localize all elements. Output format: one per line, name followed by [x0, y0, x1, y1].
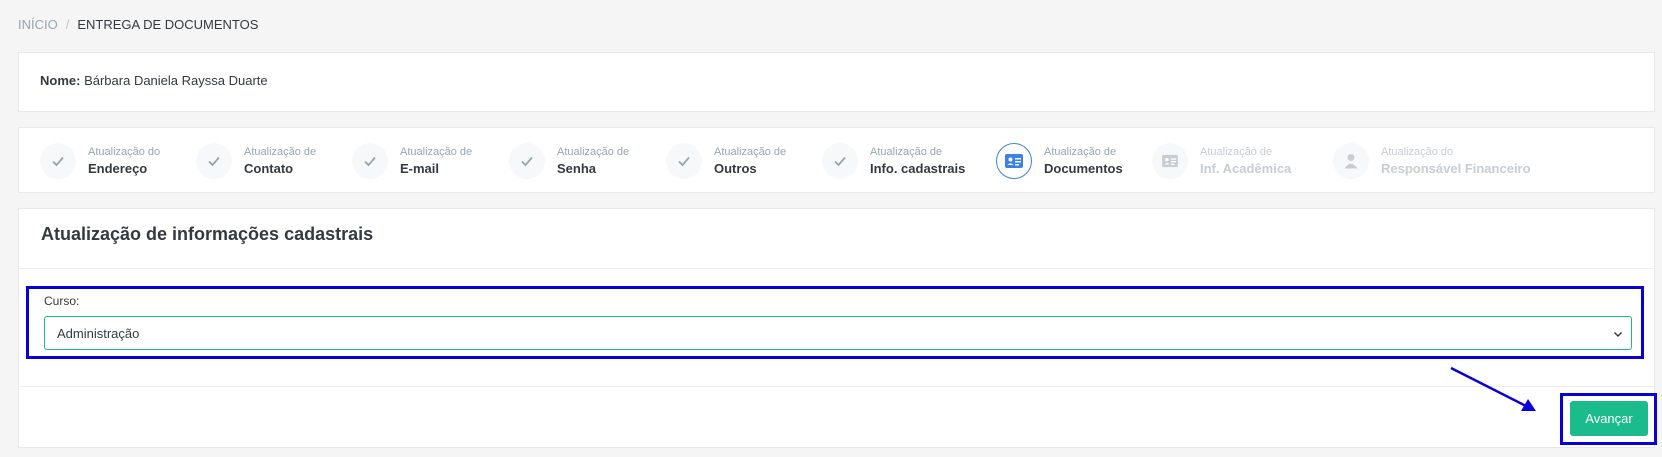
step-info-cadastrais[interactable]: Atualização de Info. cadastrais: [822, 128, 965, 194]
step-small-label: Atualização de: [1200, 146, 1273, 158]
step-big-label: Responsável Financeiro: [1381, 161, 1531, 176]
curso-label: Curso:: [44, 294, 80, 308]
step-big-label: Endereço: [88, 161, 148, 176]
breadcrumb-separator: /: [65, 17, 70, 32]
update-form-card: Atualização de informações cadastrais Cu…: [18, 208, 1657, 448]
step-outros[interactable]: Atualização de Outros: [666, 128, 786, 194]
next-button[interactable]: Avançar: [1570, 401, 1648, 436]
student-name-value: Bárbara Daniela Rayssa Duarte: [84, 73, 268, 88]
step-big-label: Documentos: [1044, 161, 1123, 176]
user-icon: [1333, 143, 1369, 179]
step-endereco[interactable]: Atualização do Endereço: [40, 128, 160, 194]
step-contato[interactable]: Atualização de Contato: [196, 128, 316, 194]
check-icon: [352, 143, 388, 179]
student-name-label: Nome:: [40, 73, 81, 88]
step-small-label: Atualização de: [400, 146, 473, 158]
step-big-label: Contato: [244, 161, 294, 176]
student-name: Nome: Bárbara Daniela Rayssa Duarte: [40, 73, 268, 88]
step-small-label: Atualização de: [870, 146, 943, 158]
step-inf-academica: Atualização de Inf. Acadêmica: [1152, 128, 1291, 194]
id-card-icon: [996, 143, 1032, 179]
breadcrumb-home-link[interactable]: INÍCIO: [18, 17, 58, 32]
step-small-label: Atualização de: [557, 146, 630, 158]
curso-select[interactable]: Administração: [44, 316, 1632, 350]
step-responsavel-financeiro: Atualização do Responsável Financeiro: [1333, 128, 1531, 194]
next-button-highlight-box: Avançar: [1560, 393, 1657, 445]
step-small-label: Atualização de: [714, 146, 787, 158]
step-big-label: Senha: [557, 161, 597, 176]
divider: [19, 386, 1654, 387]
step-big-label: Info. cadastrais: [870, 161, 966, 176]
divider: [19, 268, 1654, 269]
step-small-label: Atualização do: [88, 146, 161, 158]
step-big-label: Inf. Acadêmica: [1200, 161, 1292, 176]
check-icon: [196, 143, 232, 179]
chevron-down-icon: [1613, 327, 1623, 342]
step-small-label: Atualização de: [244, 146, 317, 158]
steps-progress: Atualização do Endereço Atualização de C…: [18, 127, 1655, 193]
check-icon: [666, 143, 702, 179]
step-big-label: Outros: [714, 161, 757, 176]
id-card-icon: [1152, 143, 1188, 179]
curso-select-value: Administração: [57, 325, 140, 341]
step-email[interactable]: Atualização de E-mail: [352, 128, 472, 194]
step-documentos[interactable]: Atualização de Documentos: [996, 128, 1123, 194]
step-big-label: E-mail: [400, 161, 440, 176]
pointer-arrow: [1450, 366, 1536, 411]
check-icon: [509, 143, 545, 179]
breadcrumb: INÍCIO / ENTREGA DE DOCUMENTOS: [18, 17, 258, 32]
step-small-label: Atualização de: [1044, 146, 1117, 158]
page-title: Atualização de informações cadastrais: [41, 224, 374, 244]
curso-highlight-box: Curso: Administração: [26, 286, 1644, 359]
check-icon: [822, 143, 858, 179]
breadcrumb-current: ENTREGA DE DOCUMENTOS: [77, 17, 259, 32]
check-icon: [40, 143, 76, 179]
step-small-label: Atualização do: [1381, 146, 1454, 158]
student-name-card: Nome: Bárbara Daniela Rayssa Duarte: [18, 52, 1655, 112]
step-senha[interactable]: Atualização de Senha: [509, 128, 629, 194]
